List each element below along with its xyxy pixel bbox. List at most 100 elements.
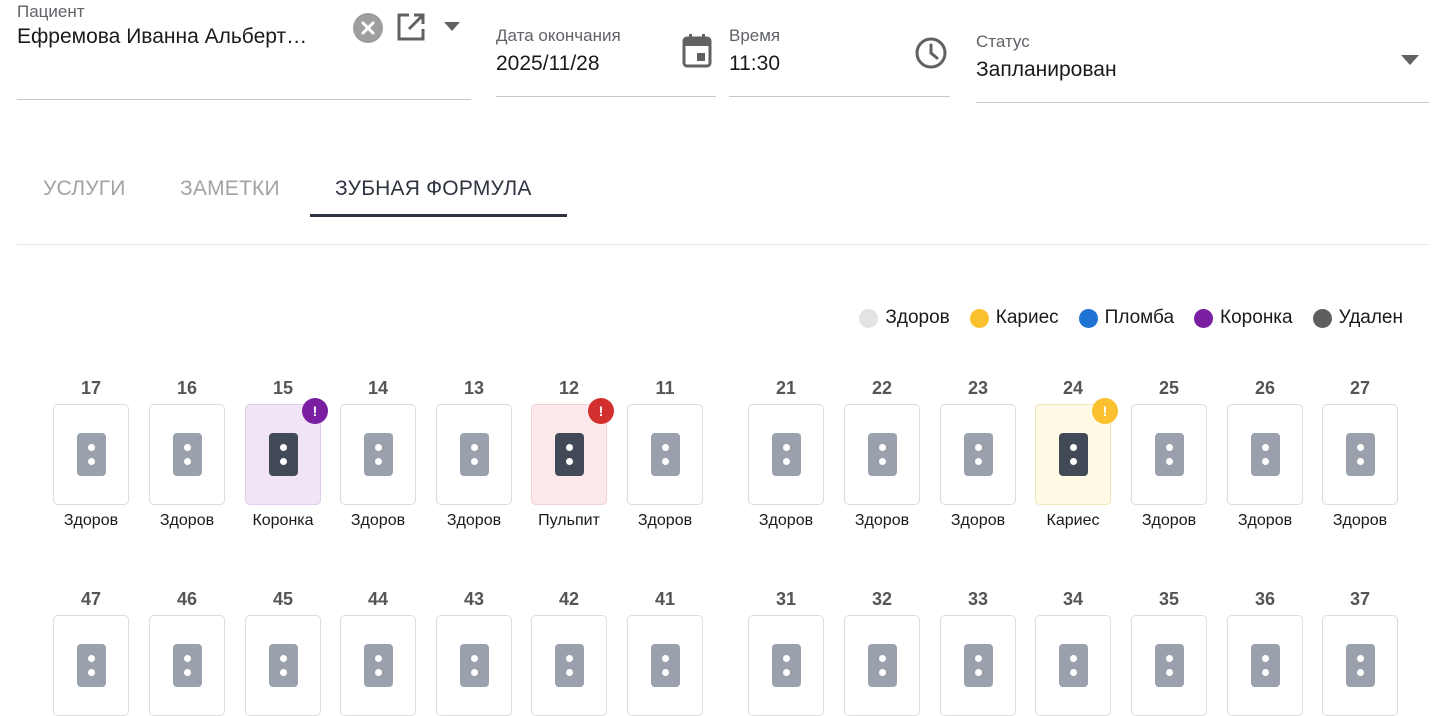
status-underline: [976, 102, 1429, 103]
tooth-card[interactable]: [1227, 404, 1303, 505]
tooth-card[interactable]: !: [245, 398, 328, 505]
patient-field[interactable]: Пациент Ефремова Иванна Альберт…: [17, 2, 307, 50]
end-date-field[interactable]: Дата окончания 2025/11/28: [496, 26, 621, 77]
tooth-icon: [554, 433, 584, 476]
tooth-35[interactable]: 35: [1131, 588, 1207, 716]
tooth-number: 12: [558, 378, 580, 398]
tooth-37[interactable]: 37: [1322, 588, 1398, 716]
tooth-16[interactable]: 16 Здоров: [149, 377, 225, 530]
tooth-24[interactable]: 24! Кариес: [1035, 377, 1118, 530]
status-dropdown-icon[interactable]: [1398, 50, 1422, 70]
tooth-number: 47: [80, 589, 102, 609]
tooth-card[interactable]: [53, 615, 129, 716]
tooth-22[interactable]: 22 Здоров: [844, 377, 920, 530]
tooth-status-label: Здоров: [758, 512, 814, 529]
legend-dot: [969, 308, 989, 328]
tooth-card[interactable]: [627, 615, 703, 716]
tooth-47[interactable]: 47: [53, 588, 129, 716]
tooth-card[interactable]: !: [531, 398, 614, 505]
tooth-number: 27: [1349, 378, 1371, 398]
tooth-42[interactable]: 42: [531, 588, 607, 716]
tooth-card[interactable]: [844, 615, 920, 716]
legend-label: Здоров: [885, 307, 950, 328]
tooth-36[interactable]: 36: [1227, 588, 1303, 716]
tooth-23[interactable]: 23 Здоров: [940, 377, 1016, 530]
legend: Здоров Кариес Пломба Коронка Удален: [859, 307, 1403, 329]
tooth-34[interactable]: 34: [1035, 588, 1111, 716]
legend-label: Пломба: [1104, 307, 1175, 328]
tooth-card[interactable]: [627, 404, 703, 505]
tooth-card[interactable]: [1035, 615, 1111, 716]
tooth-icon: [172, 644, 202, 687]
patient-dropdown-icon[interactable]: [440, 16, 464, 36]
patient-value: Ефремова Иванна Альберт…: [17, 25, 308, 48]
tooth-card[interactable]: [436, 615, 512, 716]
tooth-icon: [867, 644, 897, 687]
tooth-45[interactable]: 45: [245, 588, 321, 716]
tooth-card[interactable]: [940, 615, 1016, 716]
tooth-icon: [963, 644, 993, 687]
tooth-21[interactable]: 21 Здоров: [748, 377, 824, 530]
status-select[interactable]: Статус Запланирован: [976, 32, 1117, 83]
tooth-status-label: Кариес: [1046, 512, 1100, 529]
tooth-number: 21: [775, 378, 797, 398]
tooth-17[interactable]: 17 Здоров: [53, 377, 129, 530]
time-field[interactable]: Время 11:30: [729, 26, 780, 77]
tab-services[interactable]: УСЛУГИ: [43, 177, 126, 201]
tooth-card[interactable]: [1131, 615, 1207, 716]
tooth-status-label: Коронка: [252, 512, 314, 529]
tooth-number: 36: [1254, 589, 1276, 609]
tooth-icon: [771, 433, 801, 476]
tooth-32[interactable]: 32: [844, 588, 920, 716]
tab-notes[interactable]: ЗАМЕТКИ: [180, 177, 280, 201]
tooth-card[interactable]: [53, 404, 129, 505]
tooth-card[interactable]: [1131, 404, 1207, 505]
tooth-33[interactable]: 33: [940, 588, 1016, 716]
tooth-card[interactable]: !: [1035, 398, 1118, 505]
tooth-27[interactable]: 27 Здоров: [1322, 377, 1398, 530]
tooth-44[interactable]: 44: [340, 588, 416, 716]
tab-dental-formula[interactable]: ЗУБНАЯ ФОРМУЛА: [335, 177, 532, 201]
tooth-card[interactable]: [940, 404, 1016, 505]
tooth-icon: [268, 644, 298, 687]
open-in-new-icon[interactable]: [394, 10, 428, 44]
tooth-icon: [1058, 433, 1088, 476]
legend-item-crown: Коронка: [1194, 307, 1293, 329]
tooth-card[interactable]: [531, 615, 607, 716]
alert-badge-icon: !: [302, 398, 328, 424]
tooth-card[interactable]: [844, 404, 920, 505]
tooth-11[interactable]: 11 Здоров: [627, 377, 703, 530]
tooth-card[interactable]: [1322, 404, 1398, 505]
tooth-card[interactable]: [149, 615, 225, 716]
tooth-46[interactable]: 46: [149, 588, 225, 716]
tooth-12[interactable]: 12! Пульпит: [531, 377, 614, 530]
tooth-card[interactable]: [340, 615, 416, 716]
tooth-number: 25: [1158, 378, 1180, 398]
tooth-13[interactable]: 13 Здоров: [436, 377, 512, 530]
tooth-card[interactable]: [1322, 615, 1398, 716]
tooth-card[interactable]: [748, 615, 824, 716]
tooth-14[interactable]: 14 Здоров: [340, 377, 416, 530]
tooth-card[interactable]: [340, 404, 416, 505]
calendar-icon[interactable]: [680, 33, 714, 69]
patient-underline: [17, 99, 471, 100]
tooth-31[interactable]: 31: [748, 588, 824, 716]
legend-item-removed: Удален: [1312, 307, 1403, 329]
tooth-card[interactable]: [748, 404, 824, 505]
tooth-41[interactable]: 41: [627, 588, 703, 716]
tooth-26[interactable]: 26 Здоров: [1227, 377, 1303, 530]
legend-label: Коронка: [1220, 307, 1293, 328]
tooth-icon: [363, 433, 393, 476]
tooth-43[interactable]: 43: [436, 588, 512, 716]
patient-label: Пациент: [17, 2, 85, 21]
tooth-number: 37: [1349, 589, 1371, 609]
tooth-card[interactable]: [149, 404, 225, 505]
tooth-card[interactable]: [436, 404, 512, 505]
tooth-25[interactable]: 25 Здоров: [1131, 377, 1207, 530]
tooth-status-label: Здоров: [1332, 512, 1388, 529]
tooth-card[interactable]: [245, 615, 321, 716]
tooth-card[interactable]: [1227, 615, 1303, 716]
clear-icon[interactable]: [352, 12, 384, 44]
tooth-15[interactable]: 15! Коронка: [245, 377, 328, 530]
clock-icon[interactable]: [913, 35, 949, 71]
